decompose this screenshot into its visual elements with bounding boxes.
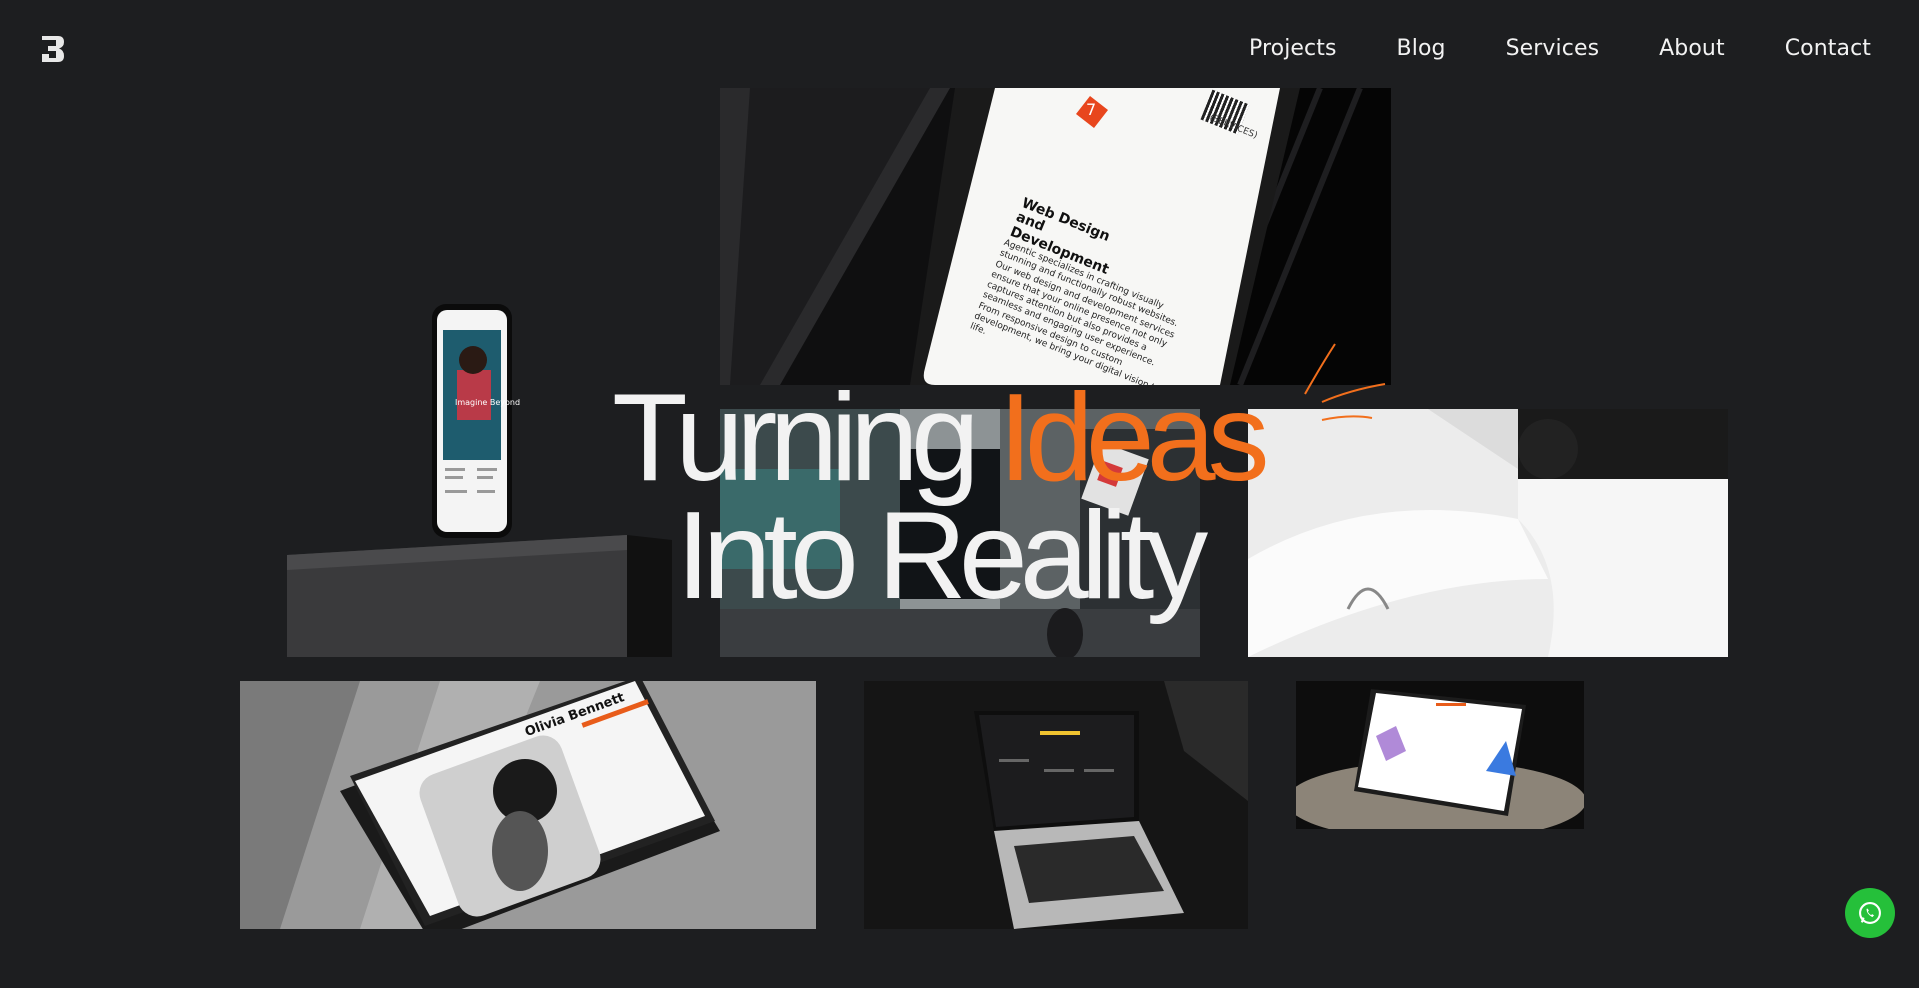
project-tile-billboards[interactable]: [720, 409, 1200, 657]
brand-logo-icon[interactable]: [40, 34, 66, 64]
project-tile-robot[interactable]: [1248, 409, 1728, 657]
whatsapp-icon: [1859, 902, 1881, 924]
phone-headline: Imagine Beyond: [455, 398, 521, 407]
whatsapp-button[interactable]: [1845, 888, 1895, 938]
project-tile-phone-pedestal[interactable]: Imagine Beyond: [287, 290, 672, 657]
project-tile-services-phone[interactable]: 7 (SERVICES) Web Design and Development …: [720, 88, 1391, 385]
project-tile-tablet-portfolio[interactable]: Olivia Bennett: [240, 681, 816, 929]
project-tile-laptop[interactable]: [864, 681, 1248, 929]
nav-about[interactable]: About: [1659, 36, 1725, 61]
nav-services[interactable]: Services: [1506, 36, 1600, 61]
nav-blog[interactable]: Blog: [1397, 36, 1446, 61]
nav-contact[interactable]: Contact: [1785, 36, 1871, 61]
main-nav: Projects Blog Services About Contact: [1249, 36, 1871, 61]
nav-projects[interactable]: Projects: [1249, 36, 1337, 61]
project-tile-floating-tablet[interactable]: [1296, 681, 1584, 829]
services-badge: 7: [1086, 100, 1097, 119]
